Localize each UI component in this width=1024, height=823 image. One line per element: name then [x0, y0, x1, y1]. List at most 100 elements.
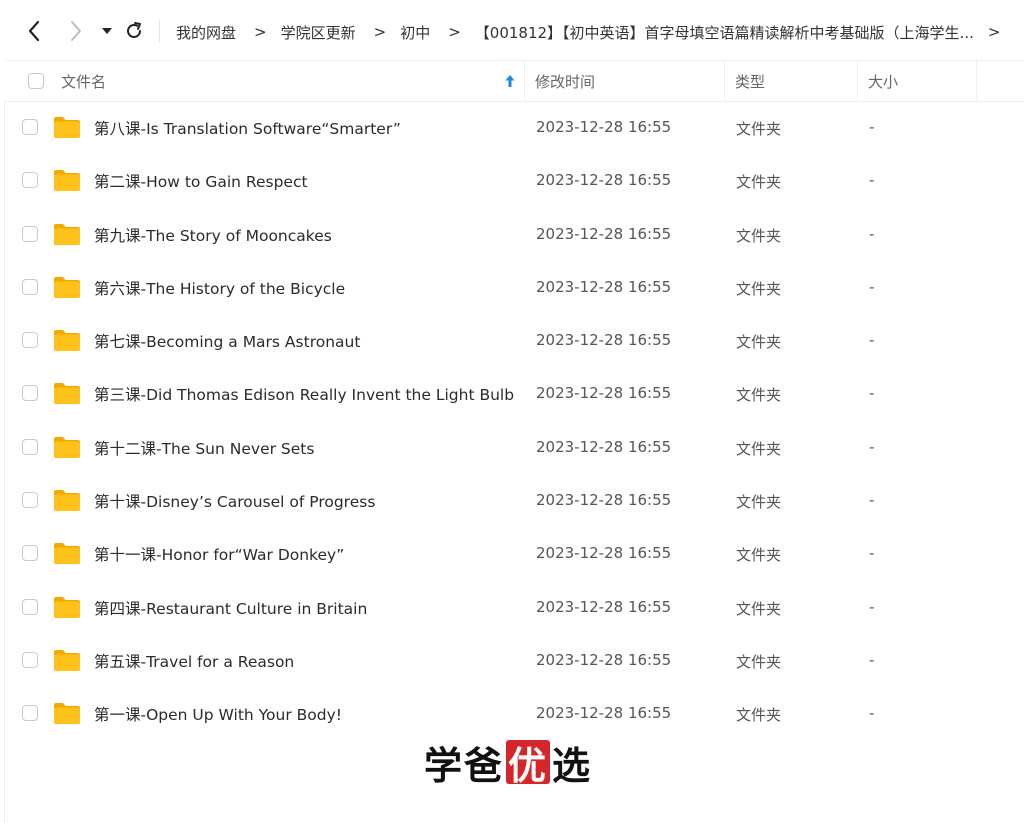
file-type: 文件夹 — [736, 120, 782, 138]
chevron-left-icon[interactable] — [21, 18, 47, 44]
file-name[interactable]: 第三课-Did Thomas Edison Really Invent the … — [94, 383, 514, 405]
table-row[interactable]: 第十课-Disney’s Carousel of Progress 2023-12… — [5, 474, 1024, 527]
column-divider[interactable] — [976, 61, 977, 101]
file-name[interactable]: 第十一课-Honor for“War Donkey” — [94, 543, 344, 565]
folder-icon — [54, 703, 80, 725]
table-row[interactable]: 第十二课-The Sun Never Sets 2023-12-28 16:55 文… — [5, 421, 1024, 474]
table-row[interactable]: 第二课-How to Gain Respect 2023-12-28 16:55 文… — [5, 154, 1024, 207]
folder-icon — [54, 543, 80, 565]
column-header-date-label: 修改时间 — [535, 72, 596, 91]
file-size: - — [869, 544, 875, 563]
column-divider[interactable] — [724, 61, 725, 101]
table-row[interactable]: 第五课-Travel for a Reason 2023-12-28 16:55 文… — [5, 634, 1024, 687]
row-checkbox[interactable] — [22, 651, 38, 668]
file-size: - — [869, 491, 875, 510]
row-checkbox[interactable] — [22, 385, 38, 402]
file-list: 第八课-Is Translation Software“Smarter” 2023… — [5, 101, 1024, 741]
file-size: - — [869, 171, 875, 190]
folder-icon — [54, 383, 80, 405]
breadcrumb-item[interactable]: 我的网盘 — [176, 22, 236, 43]
select-all-checkbox[interactable] — [28, 73, 44, 89]
file-type: 文件夹 — [736, 439, 782, 458]
breadcrumb-separator-icon: > — [254, 23, 267, 41]
row-checkbox[interactable] — [22, 438, 38, 455]
folder-icon — [54, 223, 80, 245]
column-divider[interactable] — [857, 61, 858, 101]
file-size: - — [869, 597, 875, 616]
chevron-right-icon[interactable] — [63, 18, 89, 44]
file-modified-date: 2023-12-28 16:55 — [536, 118, 672, 136]
breadcrumb-more-icon[interactable]: > — [988, 23, 1001, 41]
file-type: 文件夹 — [736, 652, 782, 671]
file-name[interactable]: 第一课-Open Up With Your Body! — [94, 703, 342, 725]
table-row[interactable]: 第四课-Restaurant Culture in Britain 2023-12… — [5, 581, 1024, 634]
file-name[interactable]: 第七课-Becoming a Mars Astronaut — [94, 330, 360, 352]
table-row[interactable]: 第一课-Open Up With Your Body! 2023-12-28 16… — [5, 687, 1024, 740]
row-checkbox[interactable] — [22, 119, 38, 135]
table-row[interactable]: 第八课-Is Translation Software“Smarter” 2023… — [5, 101, 1024, 154]
file-name[interactable]: 第八课-Is Translation Software“Smarter” — [94, 117, 401, 139]
row-checkbox[interactable] — [22, 492, 38, 509]
file-modified-date: 2023-12-28 16:55 — [536, 650, 672, 669]
file-type: 文件夹 — [736, 173, 782, 192]
column-header-type[interactable]: 类型 — [735, 61, 765, 101]
breadcrumb-item[interactable]: 初中 — [400, 22, 430, 43]
file-modified-date: 2023-12-28 16:55 — [536, 384, 672, 403]
breadcrumb-current[interactable]: 【001812】【初中英语】首字母填空语篇精读解析中考基础版（上海学生... — [475, 22, 974, 43]
file-modified-date: 2023-12-28 16:55 — [536, 597, 672, 616]
row-checkbox[interactable] — [22, 225, 38, 242]
column-header-size[interactable]: 大小 — [868, 61, 898, 101]
folder-icon — [54, 490, 80, 512]
column-divider[interactable] — [524, 61, 525, 101]
top-navbar: 我的网盘 > 学院区更新 > 初中 > 【001812】【初中英语】首字母填空语… — [0, 0, 1024, 60]
row-checkbox[interactable] — [22, 598, 38, 615]
file-name[interactable]: 第十二课-The Sun Never Sets — [94, 437, 314, 459]
row-checkbox[interactable] — [22, 545, 38, 562]
caret-down-icon[interactable] — [94, 18, 120, 44]
file-type: 文件夹 — [736, 493, 782, 512]
breadcrumb: 我的网盘 > 学院区更新 > 初中 > 【001812】【初中英语】首字母填空语… — [176, 20, 1016, 44]
row-checkbox[interactable] — [22, 278, 38, 295]
file-type: 文件夹 — [736, 706, 782, 725]
file-type: 文件夹 — [736, 226, 782, 245]
table-row[interactable]: 第九课-The Story of Mooncakes 2023-12-28 16:… — [5, 208, 1024, 261]
file-modified-date: 2023-12-28 16:55 — [536, 277, 672, 296]
nav-divider — [159, 20, 160, 42]
table-row[interactable]: 第七课-Becoming a Mars Astronaut 2023-12-28 … — [5, 314, 1024, 367]
file-modified-date: 2023-12-28 16:55 — [536, 491, 672, 510]
column-header-name[interactable]: 文件名 — [61, 61, 524, 101]
select-all-checkbox-cell — [28, 61, 44, 101]
row-checkbox[interactable] — [22, 705, 38, 722]
watermark-seal: 优 — [506, 740, 551, 788]
file-name[interactable]: 第四课-Restaurant Culture in Britain — [94, 597, 367, 619]
table-row[interactable]: 第十一课-Honor for“War Donkey” 2023-12-28 16:… — [5, 527, 1024, 580]
refresh-icon[interactable] — [121, 18, 147, 44]
file-type: 文件夹 — [736, 333, 782, 352]
file-type: 文件夹 — [736, 546, 782, 565]
breadcrumb-separator-icon: > — [448, 23, 461, 41]
file-name[interactable]: 第六课-The History of the Bicycle — [94, 277, 345, 299]
watermark-logo: 学爸 优 选 — [424, 738, 592, 788]
file-name[interactable]: 第九课-The Story of Mooncakes — [94, 224, 332, 246]
file-modified-date: 2023-12-28 16:55 — [536, 224, 672, 243]
file-name[interactable]: 第二课-How to Gain Respect — [94, 170, 308, 192]
folder-icon — [54, 117, 80, 138]
file-size: - — [869, 331, 875, 350]
row-checkbox[interactable] — [22, 172, 38, 189]
file-size: - — [869, 650, 875, 669]
file-modified-date: 2023-12-28 16:55 — [536, 171, 672, 190]
file-name[interactable]: 第五课-Travel for a Reason — [94, 650, 294, 672]
sort-up-arrow-icon[interactable] — [503, 73, 517, 89]
column-header-type-label: 类型 — [735, 72, 766, 91]
folder-icon — [54, 436, 80, 458]
table-row[interactable]: 第三课-Did Thomas Edison Really Invent the … — [5, 367, 1024, 420]
folder-icon — [54, 330, 80, 352]
table-row[interactable]: 第六课-The History of the Bicycle 2023-12-28… — [5, 261, 1024, 314]
file-name[interactable]: 第十课-Disney’s Carousel of Progress — [94, 490, 375, 512]
row-checkbox[interactable] — [22, 332, 38, 349]
folder-icon — [54, 276, 80, 298]
file-type: 文件夹 — [736, 279, 782, 298]
column-header-date[interactable]: 修改时间 — [535, 61, 595, 101]
breadcrumb-item[interactable]: 学院区更新 — [281, 22, 356, 43]
file-size: - — [869, 277, 875, 296]
